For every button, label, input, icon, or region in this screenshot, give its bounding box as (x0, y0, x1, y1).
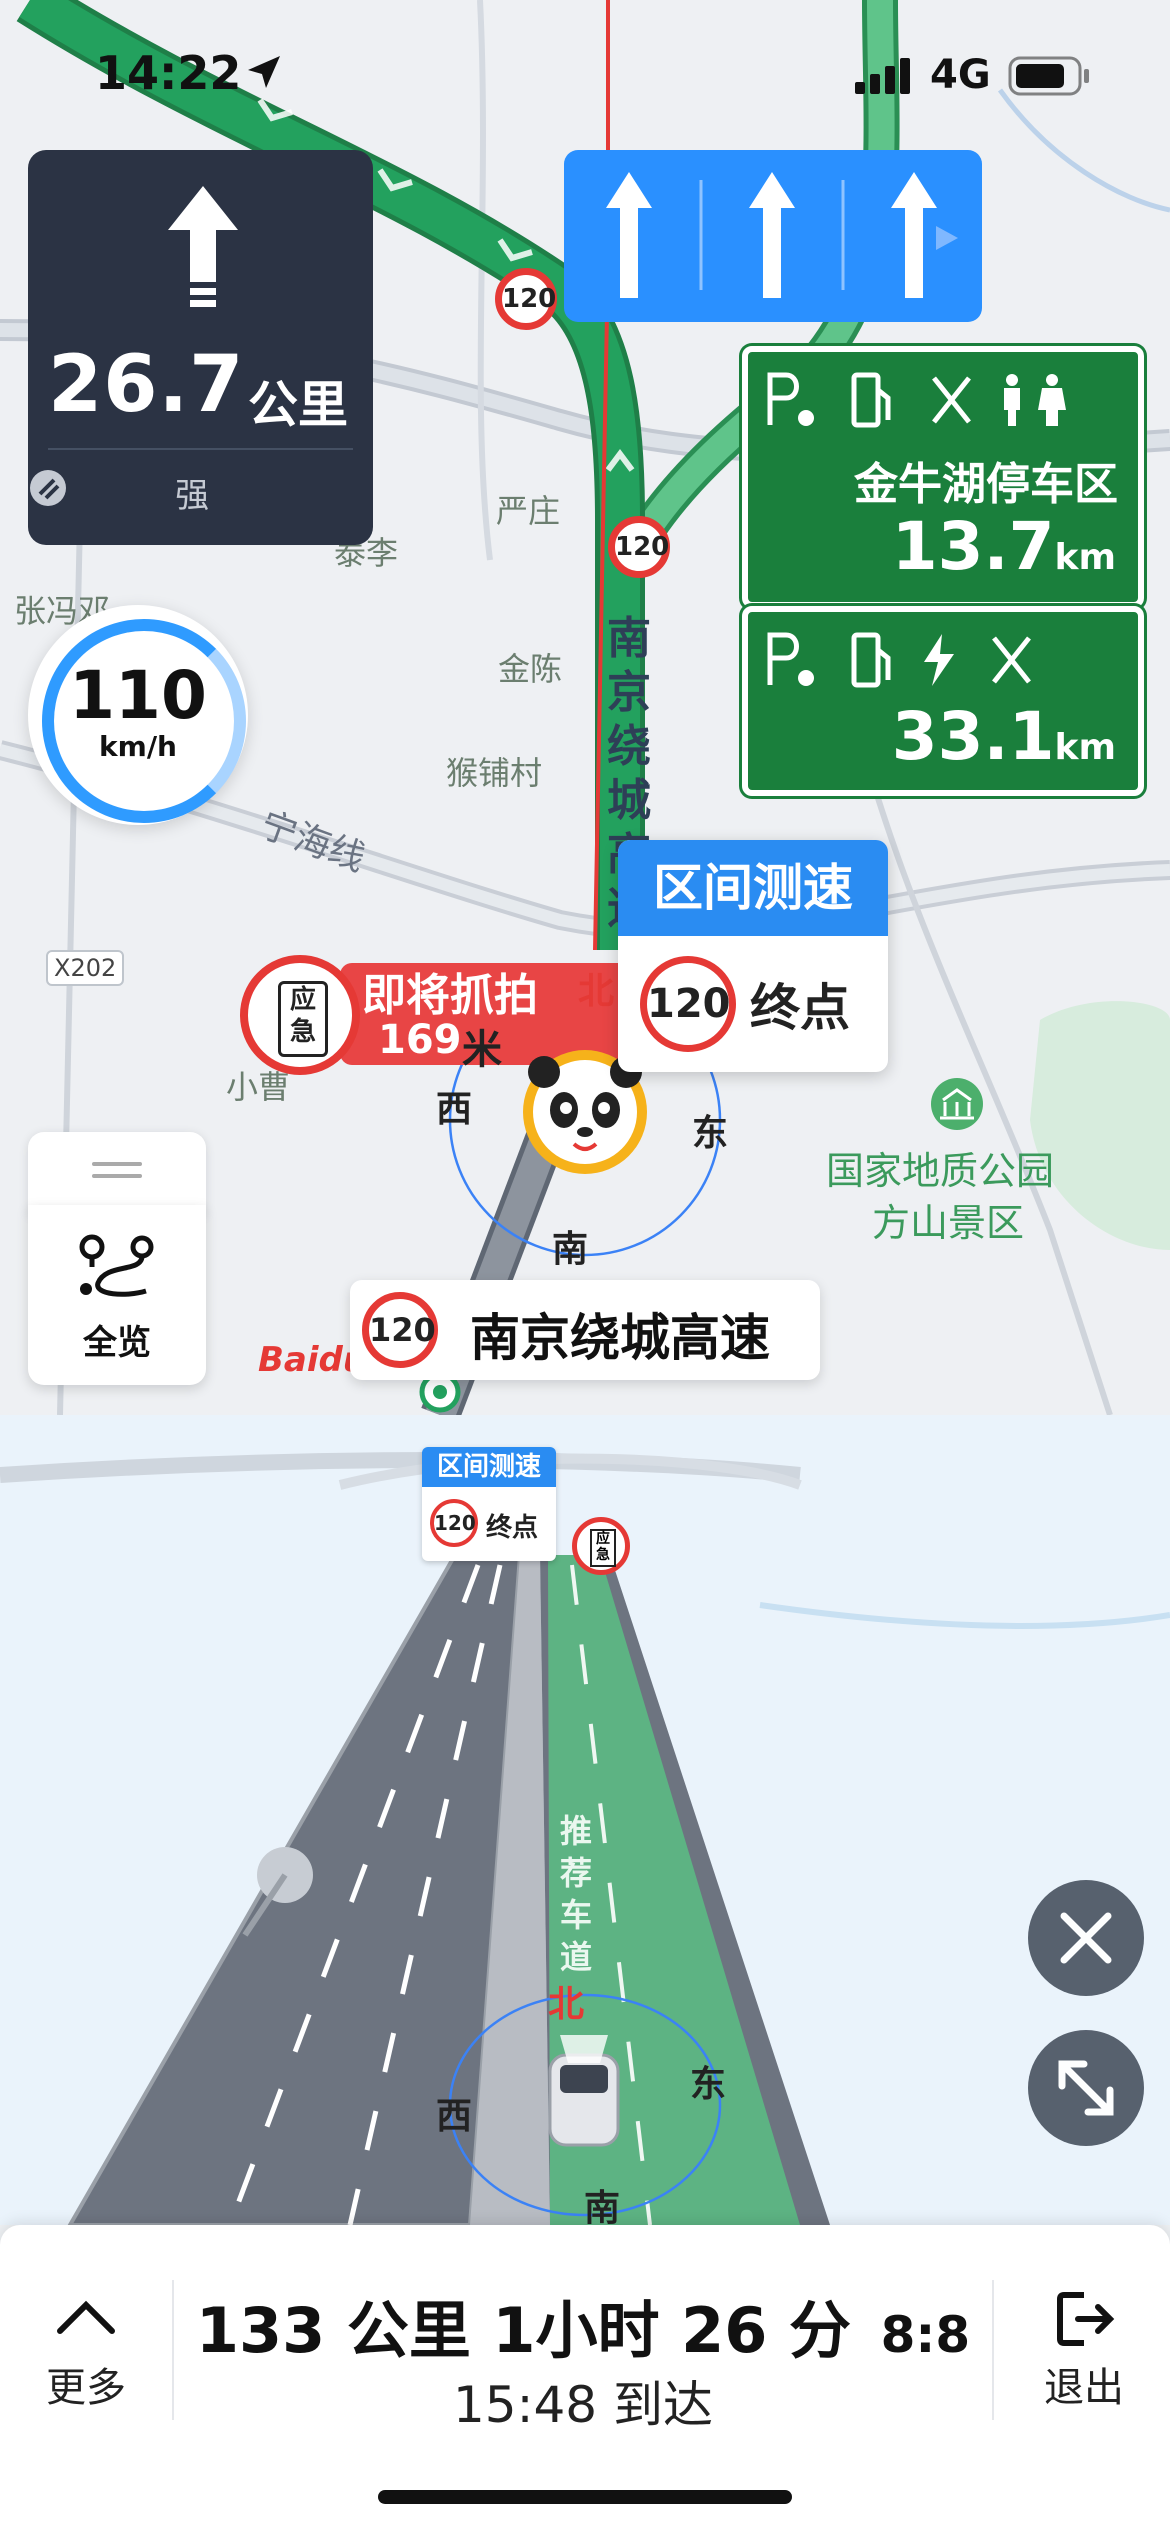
compass-east: 东 (690, 2064, 727, 2105)
panel-drag-handle[interactable] (28, 1132, 206, 1214)
badge-top: 应 (289, 985, 316, 1015)
arrival-time: 15:48 到达 (453, 2376, 713, 2434)
exit-icon (1054, 2289, 1118, 2353)
recommended-lane-label: 推荐车道 (559, 1812, 592, 1976)
map-label-park: 方山景区 (872, 1201, 1025, 1245)
traffic-light-icon: 8:8 (880, 2306, 971, 2364)
section-speed-sign-3d: 区间测速 120 终点 (422, 1447, 556, 1561)
emergency-camera-icon: 应 急 (240, 955, 360, 1075)
chevron-up-icon (56, 2297, 116, 2341)
section-speed-card: 区间测速 120 终点 (618, 840, 888, 1072)
current-speed: 110 (69, 657, 207, 734)
map-label-village: 严庄 (496, 492, 561, 530)
expand-icon (1058, 2060, 1114, 2116)
turn-card-divider (48, 448, 353, 450)
road-speed-limit: 120 (362, 1292, 438, 1368)
service-area-distance: 13.7 (891, 508, 1055, 585)
overview-button[interactable]: 全览 (28, 1205, 206, 1385)
navigation-map[interactable]: 14:22 4G 严庄 泰李 张冯邓 金陈 猴铺村 小曹 宁海线 X202 南京… (0, 0, 1170, 1415)
more-button[interactable]: 更多 (0, 2225, 172, 2425)
badge-bottom: 急 (596, 1547, 610, 1563)
service-area-unit: km (1054, 727, 1116, 768)
remaining-distance-time: 133 公里 1小时 26 分 (195, 2294, 851, 2367)
expand-3d-view-button[interactable] (1028, 2030, 1144, 2146)
speed-limit-sign: 120 (608, 516, 670, 578)
service-area-name: 金牛湖停车区 (854, 459, 1118, 510)
section-speed-limit: 120 (640, 956, 736, 1052)
camera-alert-unit: 米 (462, 1027, 502, 1073)
section-speed-label: 终点 (750, 979, 850, 1037)
lane-arrows-icon (606, 172, 958, 298)
turn-distance: 26.7 (48, 340, 245, 430)
more-label: 更多 (46, 2365, 126, 2411)
next-turn-card[interactable]: 26.7 公里 强 (28, 150, 373, 545)
service-area-sign[interactable]: 33.1km (742, 606, 1144, 796)
current-road-pill: 120 南京绕城高速 (350, 1280, 820, 1380)
service-area-distance: 33.1 (891, 698, 1055, 775)
lane-guidance (564, 150, 982, 322)
section-speed-limit-3d: 120 (430, 1499, 478, 1547)
emergency-camera-icon: 应 急 (572, 1517, 630, 1575)
badge-bottom: 急 (289, 1017, 316, 1047)
section-speed-title: 区间测速 (618, 840, 888, 936)
compass-west: 西 (436, 2096, 473, 2137)
status-time: 14:22 (95, 46, 242, 100)
compass-east: 东 (692, 1113, 729, 1154)
service-area-sign[interactable]: 金牛湖停车区 13.7km (742, 346, 1144, 608)
service-area-unit: km (1054, 537, 1116, 578)
close-3d-view-button[interactable] (1028, 1880, 1144, 1996)
map-label-village: 猴铺村 (446, 754, 543, 792)
section-speed-label-3d: 终点 (486, 1513, 539, 1543)
compass-north: 北 (548, 1984, 585, 2025)
lane-3d-view[interactable]: 区间测速 120 终点 应 急 推荐车道 北 东 南 西 (0, 1415, 1170, 2225)
camera-alert-text: 即将抓拍 (362, 970, 538, 1021)
exit-navigation-button[interactable]: 退出 (998, 2225, 1170, 2425)
compass-north: 北 (578, 971, 615, 1012)
trip-summary-bar: 更多 133 公里 1小时 26 分 8:8 15:48 到达 退出 (0, 2225, 1170, 2532)
speed-limit-sign: 120 (495, 268, 557, 330)
close-icon (1060, 1912, 1112, 1964)
speedometer: 110 km/h (28, 605, 248, 825)
compass-west: 西 (436, 1089, 473, 1130)
home-indicator[interactable] (378, 2490, 792, 2504)
current-road-name: 南京绕城高速 (470, 1309, 770, 1367)
camera-alert-distance: 169 (378, 1017, 462, 1063)
divider (172, 2280, 174, 2420)
divider (992, 2280, 994, 2420)
compass-south: 南 (584, 2188, 621, 2225)
map-label-park: 国家地质公园 (826, 1149, 1055, 1193)
badge-top: 应 (596, 1531, 610, 1547)
road-code-badge: X202 (46, 950, 125, 986)
section-speed-title-3d: 区间测速 (422, 1447, 556, 1487)
compass-south: 南 (552, 1229, 589, 1270)
gps-signal-label: 强 (175, 476, 210, 516)
turn-distance-unit: 公里 (248, 376, 348, 434)
speed-unit: km/h (99, 730, 177, 763)
network-type: 4G (930, 52, 991, 98)
exit-label: 退出 (1044, 2365, 1124, 2411)
overview-label: 全览 (83, 1323, 151, 1363)
map-label-village: 金陈 (498, 650, 563, 688)
